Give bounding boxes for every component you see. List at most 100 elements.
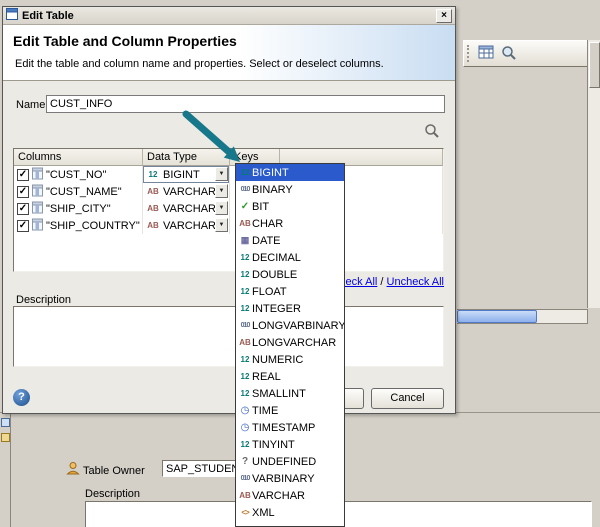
data-grid-icon[interactable] bbox=[476, 45, 496, 64]
dropdown-item-time[interactable]: ◷TIME bbox=[236, 402, 344, 419]
row-checkbox[interactable]: ✓ bbox=[17, 203, 29, 215]
data-type-cell[interactable]: AB VARCHAR ▼ bbox=[143, 200, 230, 217]
columns-table-header: Columns Data Type Keys bbox=[14, 149, 443, 166]
toolbar-drag-handle[interactable] bbox=[467, 45, 470, 62]
zoom-icon[interactable] bbox=[499, 45, 519, 64]
row-checkbox[interactable]: ✓ bbox=[17, 220, 29, 232]
horizontal-scrollbar[interactable] bbox=[457, 309, 587, 324]
dropdown-item-label: INTEGER bbox=[252, 303, 301, 315]
dropdown-item-label: BINARY bbox=[252, 184, 293, 196]
dropdown-item-label: TINYINT bbox=[252, 439, 295, 451]
table-owner-label: Table Owner bbox=[83, 465, 145, 477]
fast-view-icon-2[interactable] bbox=[1, 433, 10, 442]
search-icon[interactable] bbox=[424, 123, 440, 139]
combo-arrow-icon: ▼ bbox=[219, 188, 225, 194]
numeric-type-icon: 12 bbox=[238, 372, 252, 381]
name-input[interactable] bbox=[46, 95, 445, 113]
dropdown-item-real[interactable]: 12REAL bbox=[236, 368, 344, 385]
time-type-icon: ◷ bbox=[238, 405, 252, 416]
row-checkbox[interactable]: ✓ bbox=[17, 169, 29, 181]
numeric-type-icon: 12 bbox=[238, 440, 252, 449]
numeric-type-icon: 12 bbox=[146, 170, 160, 179]
dropdown-item-char[interactable]: ABCHAR bbox=[236, 215, 344, 232]
dropdown-item-label: VARCHAR bbox=[252, 490, 305, 502]
help-button[interactable]: ? bbox=[13, 389, 30, 406]
vertical-scrollbar-thumb[interactable] bbox=[589, 42, 600, 88]
combo-arrow-icon: ▼ bbox=[219, 171, 225, 177]
dropdown-item-varbinary[interactable]: 010VARBINARY bbox=[236, 470, 344, 487]
row-checkbox[interactable]: ✓ bbox=[17, 186, 29, 198]
data-type-value: VARCHAR bbox=[163, 220, 216, 232]
data-type-cell[interactable]: 12 BIGINT ▼ bbox=[143, 166, 230, 183]
dropdown-item-float[interactable]: 12FLOAT bbox=[236, 283, 344, 300]
column-name-cell: ✓ "SHIP_COUNTRY" bbox=[14, 217, 143, 234]
close-button[interactable]: × bbox=[436, 9, 452, 23]
column-icon bbox=[32, 167, 43, 183]
table-row[interactable]: ✓ "SHIP_COUNTRY" AB VARCHAR ▼ bbox=[14, 217, 443, 234]
numeric-type-icon: 12 bbox=[238, 287, 252, 296]
table-row[interactable]: ✓ "SHIP_CITY" AB VARCHAR ▼ bbox=[14, 200, 443, 217]
horizontal-scrollbar-thumb[interactable] bbox=[457, 310, 537, 323]
character-type-icon: AB bbox=[146, 204, 160, 213]
dialog-title: Edit Table bbox=[22, 10, 74, 22]
dropdown-item-label: UNDEFINED bbox=[252, 456, 316, 468]
data-type-cell[interactable]: AB VARCHAR ▼ bbox=[143, 183, 230, 200]
columns-table: Columns Data Type Keys ✓ "CUST_NO" 12 BI… bbox=[13, 148, 444, 272]
dropdown-item-numeric[interactable]: 12NUMERIC bbox=[236, 351, 344, 368]
dropdown-item-bit[interactable]: ✓BIT bbox=[236, 198, 344, 215]
dropdown-item-label: DATE bbox=[252, 235, 281, 247]
dropdown-item-date[interactable]: ▦DATE bbox=[236, 232, 344, 249]
binary-type-icon: 010 bbox=[238, 186, 252, 193]
dropdown-item-double[interactable]: 12DOUBLE bbox=[236, 266, 344, 283]
numeric-type-icon: 12 bbox=[238, 304, 252, 313]
check-icon: ✓ bbox=[19, 186, 27, 197]
dropdown-item-integer[interactable]: 12INTEGER bbox=[236, 300, 344, 317]
dropdown-item-timestamp[interactable]: ◷TIMESTAMP bbox=[236, 419, 344, 436]
check-icon: ✓ bbox=[19, 169, 27, 180]
description-textarea[interactable] bbox=[13, 306, 444, 367]
undefined-type-icon: ? bbox=[238, 456, 252, 467]
column-header-columns[interactable]: Columns bbox=[14, 149, 143, 166]
combo-dropdown-button[interactable]: ▼ bbox=[215, 201, 228, 215]
data-type-value: VARCHAR bbox=[163, 186, 216, 198]
numeric-type-icon: 12 bbox=[238, 389, 252, 398]
links-separator: / bbox=[377, 276, 386, 288]
screen: Table Owner Description Edit Table × Edi… bbox=[0, 0, 600, 527]
dropdown-item-binary[interactable]: 010BINARY bbox=[236, 181, 344, 198]
dropdown-item-undefined[interactable]: ?UNDEFINED bbox=[236, 453, 344, 470]
description-label: Description bbox=[16, 294, 71, 306]
column-name: "SHIP_COUNTRY" bbox=[46, 220, 140, 232]
table-row[interactable]: ✓ "CUST_NO" 12 BIGINT ▼ bbox=[14, 166, 443, 183]
dropdown-item-varchar[interactable]: ABVARCHAR bbox=[236, 487, 344, 504]
uncheck-all-link[interactable]: Uncheck All bbox=[387, 276, 444, 288]
dropdown-item-decimal[interactable]: 12DECIMAL bbox=[236, 249, 344, 266]
column-header-data-type[interactable]: Data Type bbox=[143, 149, 230, 166]
column-name-cell: ✓ "CUST_NAME" bbox=[14, 183, 143, 200]
scrollbar-corner bbox=[587, 309, 600, 324]
dropdown-item-xml[interactable]: <>XML bbox=[236, 504, 344, 521]
dropdown-item-tinyint[interactable]: 12TINYINT bbox=[236, 436, 344, 453]
dropdown-item-label: TIMESTAMP bbox=[252, 422, 315, 434]
cancel-button[interactable]: Cancel bbox=[371, 388, 444, 409]
select-links: Check All / Uncheck All bbox=[331, 276, 444, 288]
dropdown-item-label: REAL bbox=[252, 371, 281, 383]
table-row[interactable]: ✓ "CUST_NAME" AB VARCHAR ▼ bbox=[14, 183, 443, 200]
combo-dropdown-button[interactable]: ▼ bbox=[215, 184, 228, 198]
dropdown-item-longvarchar[interactable]: ABLONGVARCHAR bbox=[236, 334, 344, 351]
dropdown-item-label: SMALLINT bbox=[252, 388, 306, 400]
dropdown-item-smallint[interactable]: 12SMALLINT bbox=[236, 385, 344, 402]
dropdown-item-bigint[interactable]: 12BIGINT bbox=[236, 164, 344, 181]
column-name: "CUST_NO" bbox=[46, 169, 106, 181]
dropdown-item-label: XML bbox=[252, 507, 275, 519]
dropdown-item-label: FLOAT bbox=[252, 286, 287, 298]
dropdown-item-longvarbinary[interactable]: 010LONGVARBINARY bbox=[236, 317, 344, 334]
dialog-icon bbox=[6, 8, 18, 23]
combo-dropdown-button[interactable]: ▼ bbox=[215, 167, 228, 181]
timestamp-type-icon: ◷ bbox=[238, 422, 252, 433]
data-type-cell[interactable]: AB VARCHAR ▼ bbox=[143, 217, 230, 234]
vertical-scrollbar[interactable] bbox=[587, 40, 600, 308]
dialog-titlebar[interactable]: Edit Table × bbox=[3, 7, 455, 25]
combo-dropdown-button[interactable]: ▼ bbox=[215, 218, 228, 232]
combo-arrow-icon: ▼ bbox=[219, 222, 225, 228]
fast-view-icon-1[interactable] bbox=[1, 418, 10, 427]
